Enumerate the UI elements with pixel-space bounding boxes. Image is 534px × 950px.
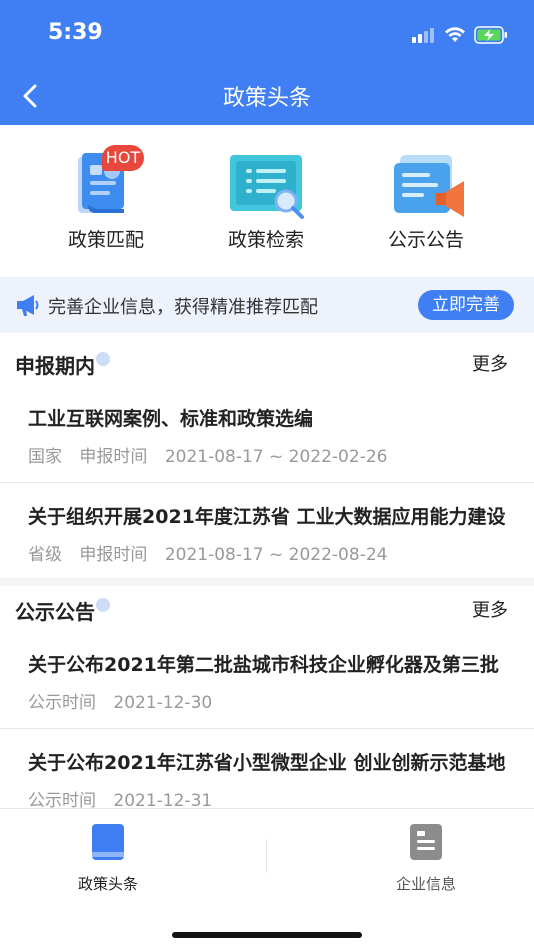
quick-link-public-notice[interactable]: 公示公告 <box>366 149 486 252</box>
section-decor-dot <box>96 598 110 612</box>
quick-link-policy-match[interactable]: HOT 政策匹配 <box>46 145 166 252</box>
item-title: 关于公布2021年第二批盐城市科技企业孵化器及第三批 <box>28 654 499 676</box>
divider <box>0 482 534 483</box>
item-date-label: 申报时间 <box>79 545 148 565</box>
more-link[interactable]: 更多 <box>472 596 508 622</box>
profile-banner: 完善企业信息，获得精准推荐匹配 立即完善 <box>0 277 534 333</box>
banner-text: 完善企业信息，获得精准推荐匹配 <box>48 297 318 318</box>
document-icon <box>410 824 442 860</box>
policy-match-icon: HOT <box>66 145 146 221</box>
item-meta: 国家 申报时间 2021-08-17 ~ 2022-02-26 <box>28 442 399 467</box>
item-date-range: 2021-08-17 ~ 2022-02-26 <box>164 447 388 467</box>
quick-link-label: 政策匹配 <box>67 229 144 251</box>
header: 5:39 政策头条 <box>0 0 534 125</box>
hot-badge-text: HOT <box>105 148 141 167</box>
item-date: 2021-12-30 <box>113 693 213 713</box>
item-title: 关于组织开展2021年度江苏省 工业大数据应用能力建设 <box>28 506 506 528</box>
quick-links: HOT 政策匹配 政策检索 公示公告 <box>0 125 534 277</box>
section-gap <box>0 578 534 586</box>
wifi-icon <box>445 27 465 42</box>
divider <box>0 728 534 729</box>
quick-link-label: 政策检索 <box>227 229 304 251</box>
list-item[interactable]: 工业互联网案例、标准和政策选编 国家 申报时间 2021-08-17 ~ 202… <box>0 404 534 480</box>
list-item[interactable]: 关于公布2021年第二批盐城市科技企业孵化器及第三批 公示时间 2021-12-… <box>0 650 534 726</box>
item-meta: 省级 申报时间 2021-08-17 ~ 2022-08-24 <box>28 540 399 565</box>
tab-label: 企业信息 <box>395 875 456 893</box>
megaphone-icon <box>17 295 39 316</box>
section-title: 公示公告 <box>15 600 95 624</box>
more-link[interactable]: 更多 <box>472 350 508 376</box>
item-title: 工业互联网案例、标准和政策选编 <box>28 408 314 430</box>
item-level: 省级 <box>28 545 62 565</box>
item-level: 国家 <box>28 447 62 467</box>
section-title: 申报期内 <box>15 354 95 378</box>
item-title: 关于公布2021年江苏省小型微型企业 创业创新示范基地 <box>28 752 506 774</box>
tab-separator <box>266 839 267 873</box>
home-indicator <box>172 932 362 938</box>
nav-bar: 政策头条 <box>0 68 534 125</box>
complete-profile-button[interactable]: 立即完善 <box>418 290 514 320</box>
section-decor-dot <box>96 352 110 366</box>
list-item[interactable]: 关于公布2021年江苏省小型微型企业 创业创新示范基地 公示时间 2021-12… <box>0 748 534 811</box>
policy-search-icon <box>226 149 306 221</box>
item-meta: 公示时间 2021-12-30 <box>28 688 224 713</box>
status-bar: 5:39 <box>0 0 534 68</box>
book-icon <box>92 824 124 860</box>
section-header-notices: 公示公告 更多 <box>0 590 534 630</box>
section-header-application: 申报期内 更多 <box>0 344 534 384</box>
quick-link-policy-search[interactable]: 政策检索 <box>206 149 326 252</box>
list-item[interactable]: 关于组织开展2021年度江苏省 工业大数据应用能力建设 省级 申报时间 2021… <box>0 502 534 578</box>
public-notice-icon <box>386 149 466 221</box>
hot-badge: HOT <box>102 145 144 171</box>
tab-company-info[interactable]: 企业信息 <box>356 823 496 894</box>
page-title: 政策头条 <box>222 86 311 111</box>
tab-label: 政策头条 <box>77 875 138 893</box>
tab-bar: 政策头条 企业信息 <box>0 808 534 950</box>
quick-link-label: 公示公告 <box>387 229 464 251</box>
item-date-label: 申报时间 <box>79 447 148 467</box>
battery-charging-icon <box>474 26 507 44</box>
status-icons <box>412 24 508 46</box>
item-date-range: 2021-08-17 ~ 2022-08-24 <box>164 545 388 565</box>
cellular-signal-icon <box>412 28 434 43</box>
item-date-label: 公示时间 <box>28 693 96 713</box>
tab-policy-headlines[interactable]: 政策头条 <box>38 823 178 894</box>
status-time: 5:39 <box>48 20 103 45</box>
